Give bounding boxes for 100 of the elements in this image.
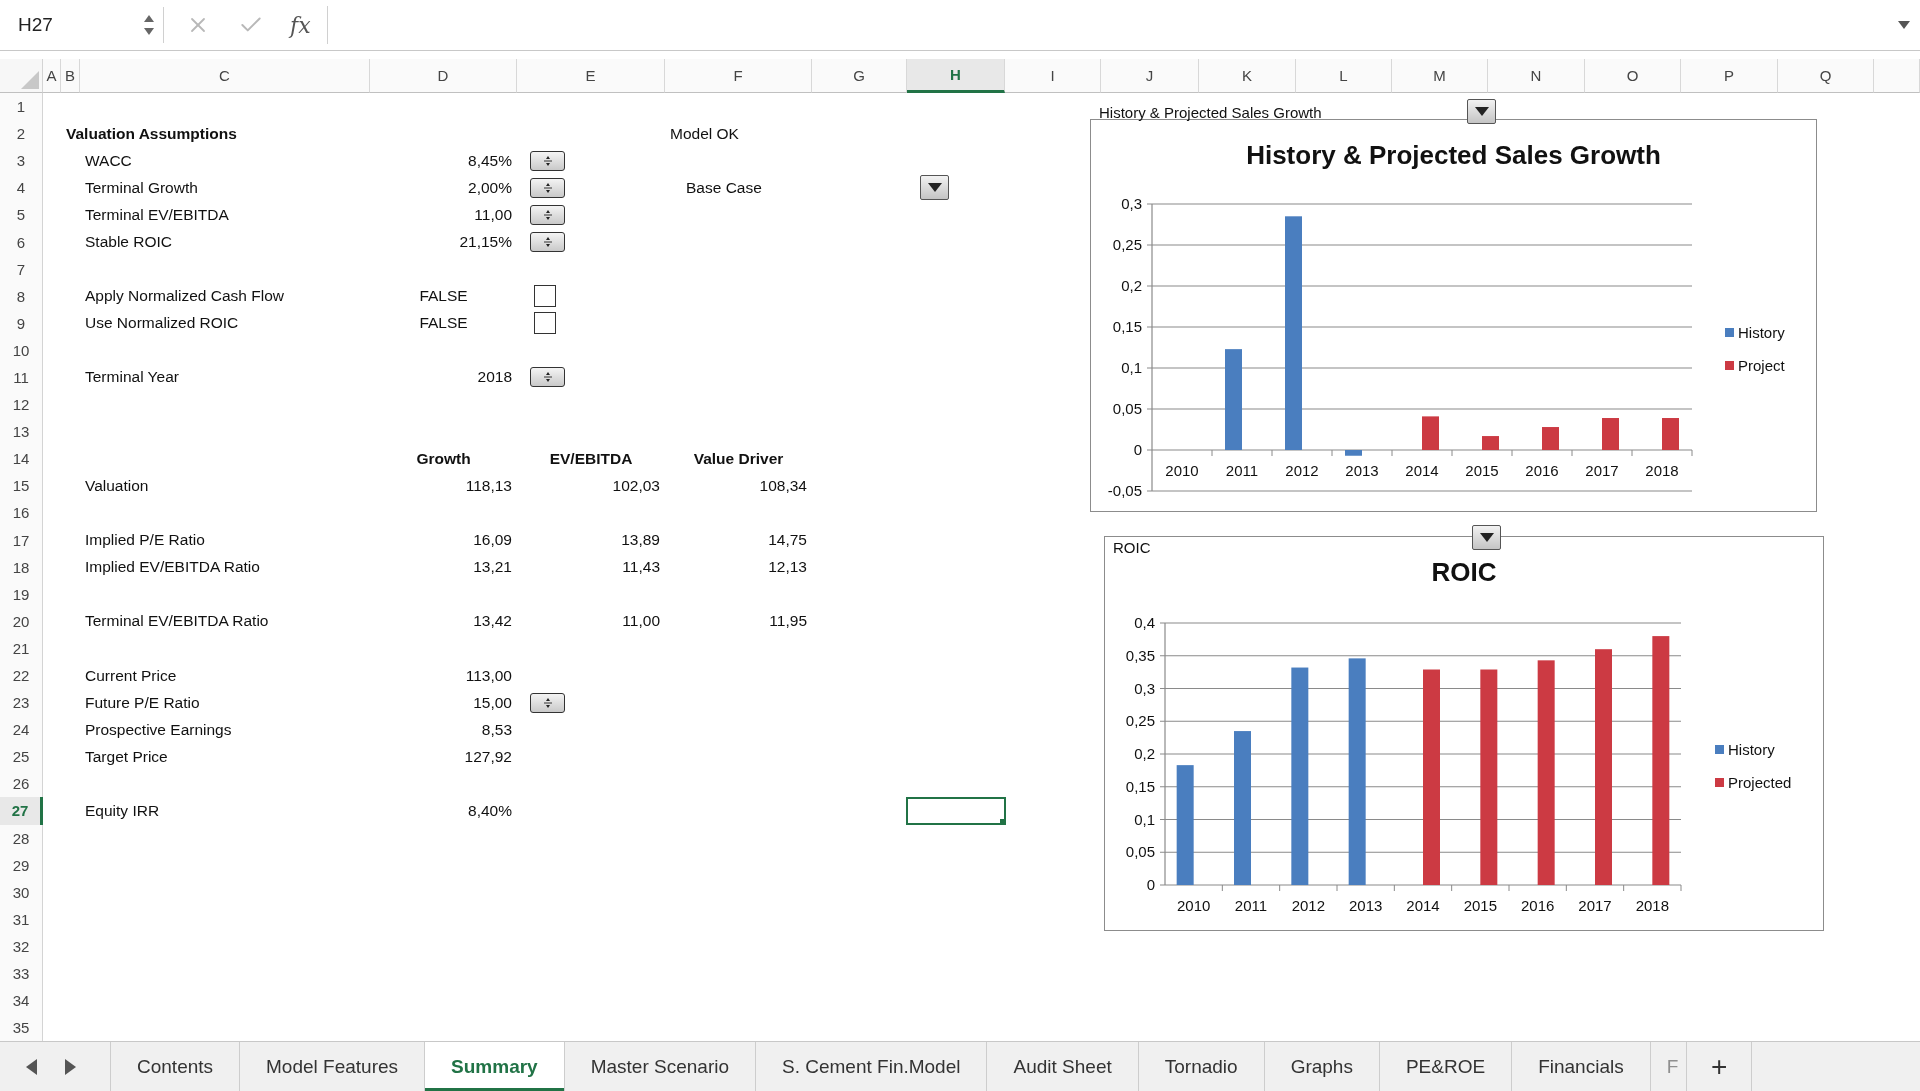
next-icon[interactable] (65, 1058, 76, 1075)
row-header[interactable]: 18 (0, 553, 43, 581)
column-header[interactable]: H (907, 59, 1005, 93)
sheet-tab[interactable]: Master Scenario (563, 1042, 755, 1091)
column-header[interactable]: O (1585, 59, 1681, 93)
row-header[interactable]: 12 (0, 391, 43, 419)
column-header[interactable]: G (812, 59, 907, 93)
column-header[interactable]: K (1199, 59, 1296, 93)
row-header[interactable]: 19 (0, 580, 43, 608)
column-header[interactable]: N (1488, 59, 1585, 93)
column-header[interactable]: J (1101, 59, 1199, 93)
cell-text: Valuation (85, 476, 149, 495)
sheet-tab[interactable]: Contents (110, 1042, 240, 1091)
cell-text: 8,53 (481, 720, 512, 739)
cell-text: 21,15% (459, 233, 512, 251)
column-header[interactable]: F (665, 59, 812, 93)
row-header[interactable]: 10 (0, 336, 43, 364)
checkbox[interactable] (534, 285, 556, 308)
row-header[interactable]: 11 (0, 363, 43, 392)
row-header[interactable]: 7 (0, 255, 43, 283)
row-header[interactable]: 20 (0, 607, 43, 635)
add-sheet-button[interactable]: + (1686, 1042, 1753, 1091)
sheet-tab[interactable]: Tornadio (1137, 1042, 1264, 1091)
row-header[interactable]: 3 (0, 147, 43, 175)
row-header[interactable]: 30 (0, 878, 43, 906)
column-header[interactable]: D (370, 59, 517, 93)
column-header[interactable]: B (61, 59, 80, 93)
row-header[interactable]: 33 (0, 960, 43, 988)
row-header[interactable]: 1 (0, 93, 43, 121)
axis-label: 0,3 (1121, 195, 1142, 212)
dropdown-button[interactable] (1472, 525, 1501, 550)
cell-text: 14,75 (768, 531, 807, 550)
cell-text: Future P/E Ratio (85, 693, 200, 712)
column-header[interactable]: I (1005, 59, 1101, 93)
chart-label: History & Projected Sales Growth (1099, 104, 1322, 121)
dropdown-button[interactable] (920, 175, 949, 201)
cell-text: 108,34 (759, 476, 807, 495)
row-header[interactable]: 14 (0, 445, 43, 473)
dropdown-button[interactable] (1467, 99, 1496, 124)
row-header[interactable]: 8 (0, 282, 43, 310)
spin-button[interactable] (530, 150, 565, 171)
spin-button[interactable] (530, 232, 565, 252)
column-header[interactable]: M (1392, 59, 1488, 93)
row-header[interactable]: 31 (0, 905, 43, 933)
row-header[interactable]: 34 (0, 987, 43, 1015)
cell-text: Prospective Earnings (85, 720, 232, 739)
row-header[interactable]: 6 (0, 228, 43, 256)
cell-text: 16,09 (473, 531, 512, 550)
row-header[interactable]: 4 (0, 174, 43, 202)
row-header[interactable]: 2 (0, 120, 43, 148)
previous-icon[interactable] (26, 1058, 37, 1075)
row-header[interactable]: 9 (0, 309, 43, 337)
row-header[interactable]: 26 (0, 770, 43, 798)
spin-button[interactable] (530, 367, 565, 388)
cell-text: 11,43 (622, 558, 660, 577)
row-header[interactable]: 23 (0, 689, 43, 717)
row-header[interactable]: 17 (0, 526, 43, 554)
column-header[interactable]: L (1296, 59, 1392, 93)
column-header[interactable]: P (1681, 59, 1778, 93)
function-button[interactable]: fx (290, 12, 311, 38)
cell-text: Equity IRR (85, 802, 160, 820)
sheet-tab[interactable]: Graphs (1263, 1042, 1379, 1091)
row-header[interactable]: 28 (0, 824, 43, 852)
column-header[interactable]: Q (1778, 59, 1874, 93)
column-header[interactable]: C (80, 59, 370, 93)
row-header[interactable]: 27 (0, 797, 43, 825)
cell-text: Valuation Assumptions (66, 124, 237, 143)
row-header[interactable]: 35 (0, 1014, 43, 1041)
name-box[interactable]: H27 (4, 7, 164, 43)
row-header[interactable]: 25 (0, 743, 43, 771)
row-header[interactable]: 32 (0, 932, 43, 960)
row-header[interactable]: 29 (0, 851, 43, 879)
cell-text: FALSE (419, 287, 468, 306)
row-header[interactable]: 15 (0, 472, 43, 500)
row-header[interactable]: 22 (0, 661, 43, 690)
cell-text: Model OK (670, 124, 739, 143)
sheet-tab[interactable]: Audit Sheet (986, 1042, 1138, 1091)
sheet-tab[interactable]: Summary (424, 1042, 564, 1091)
caret-icon[interactable] (1898, 21, 1910, 29)
column-header[interactable]: E (517, 59, 665, 93)
row-header[interactable]: 5 (0, 201, 43, 229)
spin-button[interactable] (530, 177, 565, 198)
legend-label: Projected (1728, 774, 1792, 791)
sheet-tab[interactable]: Financials (1511, 1042, 1650, 1091)
axis-label: 2010 (1165, 462, 1199, 479)
cell-text: Terminal EV/EBITDA (85, 205, 229, 224)
spin-button[interactable] (530, 204, 565, 225)
cell-text: Growth (416, 449, 471, 468)
cell-text: 102,03 (612, 476, 660, 495)
spin-button[interactable] (530, 692, 565, 713)
column-header[interactable]: A (43, 59, 61, 93)
sheet-tab[interactable]: PE&ROE (1378, 1042, 1512, 1091)
cell-text: 12,13 (768, 558, 807, 577)
chart-label: ROIC (1113, 539, 1151, 556)
row-header[interactable]: 21 (0, 634, 43, 662)
row-header[interactable]: 16 (0, 499, 43, 527)
checkbox[interactable] (534, 312, 556, 335)
row-header[interactable]: 24 (0, 716, 43, 744)
row-header[interactable]: 13 (0, 418, 43, 446)
sheet-tab[interactable]: S. Cement Fin.Model (755, 1042, 987, 1091)
